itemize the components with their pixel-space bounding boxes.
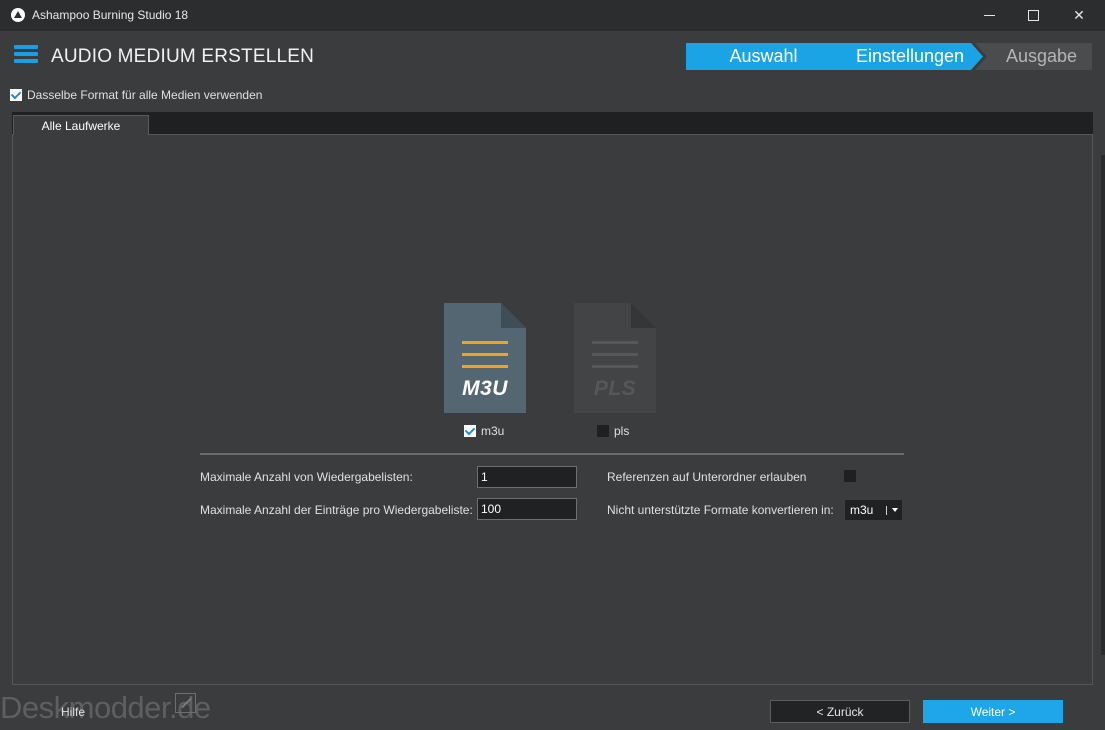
pls-file-icon[interactable]: PLS: [574, 303, 656, 413]
subfolder-refs-label: Referenzen auf Unterordner erlauben: [607, 470, 807, 484]
pls-checkbox[interactable]: [597, 425, 609, 437]
same-format-option[interactable]: Dasselbe Format für alle Medien verwende…: [10, 88, 262, 102]
m3u-file-icon[interactable]: M3U: [444, 303, 526, 413]
max-entries-input[interactable]: [477, 498, 577, 520]
convert-format-value: m3u: [850, 503, 874, 517]
back-button[interactable]: < Zurück: [770, 700, 910, 723]
tab-alle-laufwerke[interactable]: Alle Laufwerke: [13, 115, 149, 135]
title-bar: Ashampoo Burning Studio 18 ✕: [0, 0, 1105, 31]
app-logo-icon: [11, 8, 25, 22]
max-playlists-label: Maximale Anzahl von Wiedergabelisten:: [200, 470, 413, 484]
pls-option[interactable]: pls: [597, 424, 629, 438]
subfolder-refs-checkbox[interactable]: [844, 470, 856, 482]
divider: [200, 453, 904, 455]
m3u-checkbox[interactable]: [464, 425, 476, 437]
max-entries-label: Maximale Anzahl der Einträge pro Wiederg…: [200, 503, 473, 517]
close-button[interactable]: ✕: [1056, 0, 1102, 31]
m3u-option[interactable]: m3u: [464, 424, 504, 438]
m3u-label: m3u: [481, 424, 505, 438]
maximize-icon: [1027, 10, 1039, 21]
hamburger-menu-icon[interactable]: [14, 45, 38, 65]
step-ausgabe: Ausgabe: [975, 43, 1092, 70]
help-link[interactable]: Hilfe: [61, 705, 85, 719]
window-edge: [1101, 155, 1105, 655]
step-einstellungen: Einstellungen: [827, 43, 983, 70]
minimize-button[interactable]: [966, 0, 1012, 31]
step-auswahl: Auswahl: [686, 43, 841, 70]
max-playlists-input[interactable]: [477, 466, 577, 488]
same-format-label: Dasselbe Format für alle Medien verwende…: [27, 88, 263, 102]
pls-icon-label: PLS: [593, 377, 637, 400]
minimize-icon: [983, 15, 995, 16]
convert-format-label: Nicht unterstützte Formate konvertieren …: [607, 503, 834, 517]
maximize-button[interactable]: [1010, 0, 1056, 31]
m3u-icon-label: M3U: [462, 377, 508, 400]
chevron-down-icon: [892, 508, 898, 512]
page-title: AUDIO MEDIUM ERSTELLEN: [51, 46, 315, 67]
same-format-checkbox[interactable]: [10, 89, 22, 101]
close-icon: ✕: [1073, 7, 1085, 23]
next-button[interactable]: Weiter >: [923, 700, 1063, 723]
window-title: Ashampoo Burning Studio 18: [32, 8, 189, 22]
settings-panel: [12, 134, 1093, 685]
pencil-icon: [175, 693, 196, 713]
tab-bar: [12, 112, 1093, 134]
convert-format-select[interactable]: m3u: [844, 499, 903, 521]
pls-label: pls: [614, 424, 630, 438]
